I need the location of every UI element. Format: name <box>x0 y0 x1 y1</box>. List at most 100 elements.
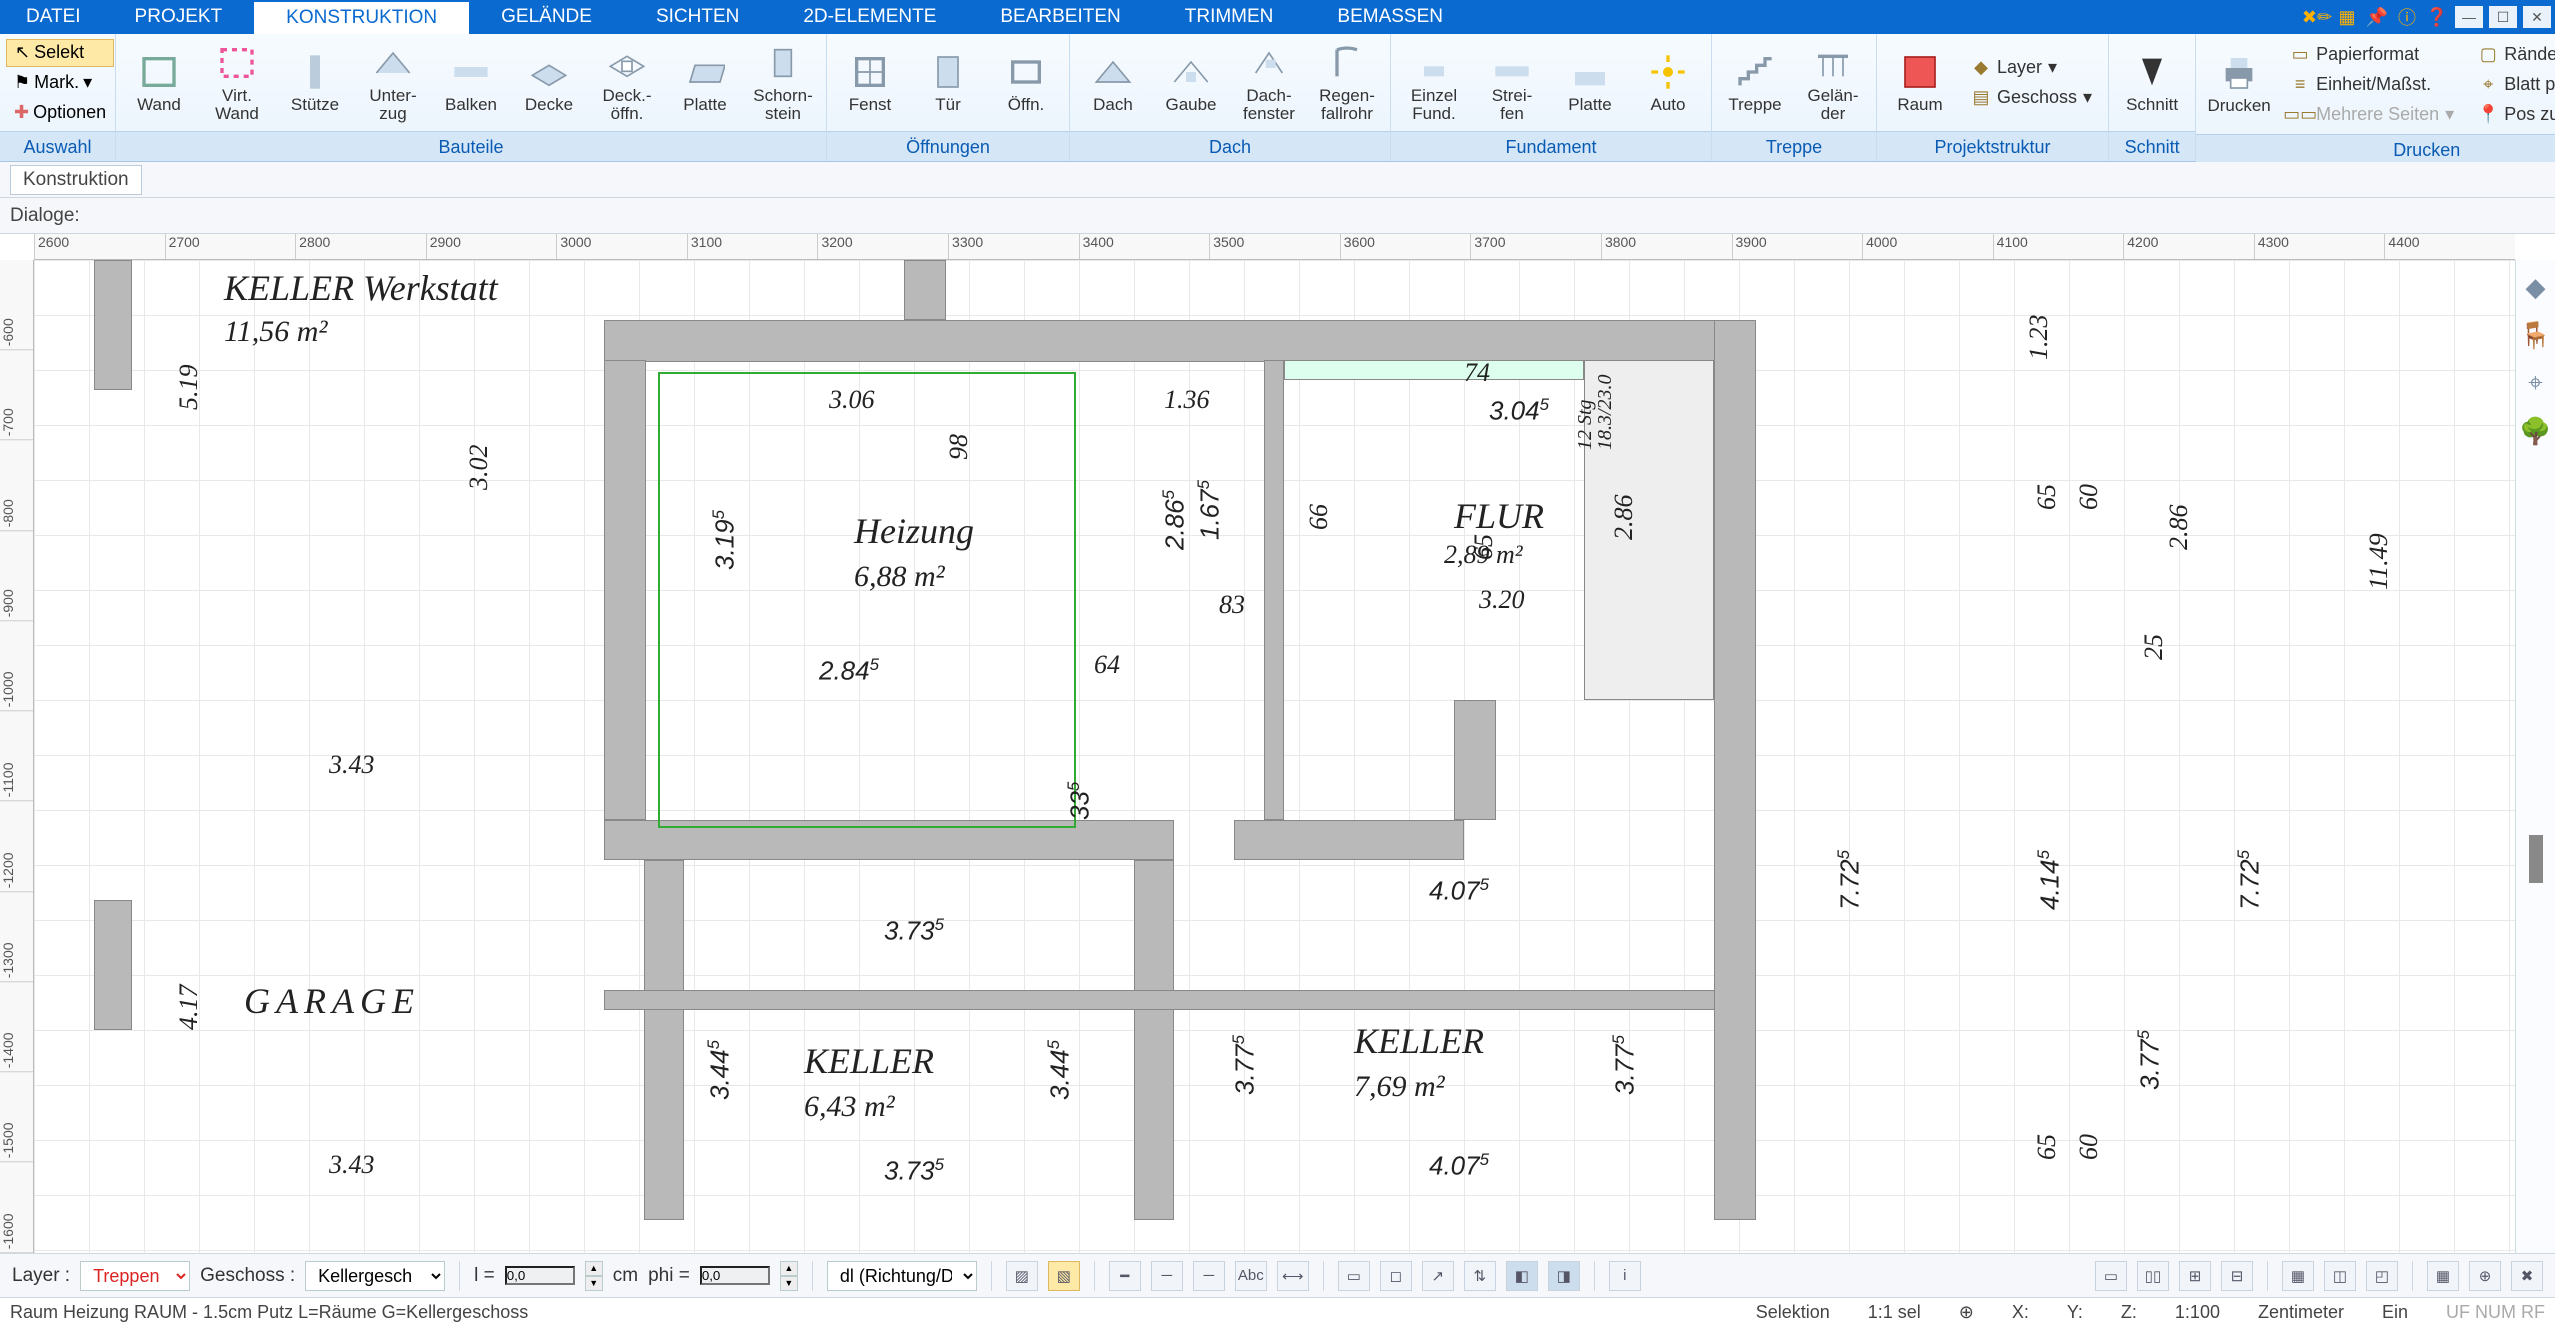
grid-toggle-icon[interactable]: ▦ <box>2427 1261 2459 1291</box>
stuetze-button[interactable]: Stütze <box>278 39 352 127</box>
tab-bearbeiten[interactable]: BEARBEITEN <box>968 0 1152 34</box>
balken-button[interactable]: Balken <box>434 39 508 127</box>
l-up[interactable]: ▲ <box>585 1261 603 1276</box>
tuer-icon <box>928 52 968 92</box>
geschoss-dropdown[interactable]: ▤Geschoss▾ <box>1965 84 2098 112</box>
target-side-icon[interactable]: ⌖ <box>2521 368 2551 398</box>
gaube-button[interactable]: Gaube <box>1154 39 1228 127</box>
dachfenster-button[interactable]: Dach- fenster <box>1232 39 1306 127</box>
hatch1-icon[interactable]: ▨ <box>1006 1261 1038 1291</box>
oeffnung-button[interactable]: Öffn. <box>989 39 1063 127</box>
linew-thin-icon[interactable]: ─ <box>1193 1261 1225 1291</box>
hatch2-icon[interactable]: ▧ <box>1048 1261 1080 1291</box>
poszurueck-button[interactable]: 📍Pos zurücksetz. <box>2472 100 2555 128</box>
konstruktion-tag[interactable]: Konstruktion <box>10 165 142 195</box>
virtwand-button[interactable]: Virt. Wand <box>200 39 274 127</box>
wand-button[interactable]: Wand <box>122 39 196 127</box>
direction-select[interactable]: dl (Richtung/Di <box>827 1261 977 1291</box>
tab-2d-elemente[interactable]: 2D-ELEMENTE <box>771 0 968 34</box>
info-btn-icon[interactable]: i <box>1609 1261 1641 1291</box>
tab-sichten[interactable]: SICHTEN <box>624 0 771 34</box>
view-5-icon[interactable]: ▦ <box>2282 1261 2314 1291</box>
box-icon[interactable]: ▦ <box>2335 5 2359 29</box>
tool-c-icon[interactable]: ◧ <box>1506 1261 1538 1291</box>
tool-b-icon[interactable]: ⇅ <box>1464 1261 1496 1291</box>
geschoss-select[interactable]: Kellergesch <box>305 1261 445 1291</box>
blattpos-button[interactable]: ⌖Blatt position. <box>2472 70 2555 98</box>
tool-d-icon[interactable]: ◨ <box>1548 1261 1580 1291</box>
tuer-button[interactable]: Tür <box>911 39 985 127</box>
panel-caption-bauteile: Bauteile <box>116 131 826 161</box>
tab-datei[interactable]: DATEI <box>4 0 103 34</box>
tools-icon[interactable]: ✖✏ <box>2305 5 2329 29</box>
tab-projekt[interactable]: PROJEKT <box>103 0 255 34</box>
tool-a-icon[interactable]: ↗ <box>1422 1261 1454 1291</box>
treppe-button[interactable]: Treppe <box>1718 39 1792 127</box>
layers-side-icon[interactable]: ◆ <box>2521 272 2551 302</box>
schornstein-button[interactable]: Schorn- stein <box>746 39 820 127</box>
schnitt-button[interactable]: Schnitt <box>2115 39 2189 127</box>
dim-icon[interactable]: ⟷ <box>1277 1261 1309 1291</box>
layer-select[interactable]: Treppen <box>80 1261 190 1291</box>
view-1-icon[interactable]: ▭ <box>2095 1261 2127 1291</box>
tab-gelaende[interactable]: GELÄNDE <box>469 0 624 34</box>
linew-thick-icon[interactable]: ━ <box>1109 1261 1141 1291</box>
maximize-icon[interactable]: ☐ <box>2489 6 2517 28</box>
tab-trimmen[interactable]: TRIMMEN <box>1153 0 1306 34</box>
help-icon[interactable]: ❓ <box>2425 5 2449 29</box>
l-input[interactable] <box>505 1266 575 1285</box>
chair-side-icon[interactable]: 🪑 <box>2521 320 2551 350</box>
tree-side-icon[interactable]: 🌳 <box>2521 416 2551 446</box>
geschoss-icon: ▤ <box>1971 88 1991 108</box>
phi-down[interactable]: ▼ <box>780 1276 798 1291</box>
minimize-icon[interactable]: — <box>2455 6 2483 28</box>
panel-caption-projektstruktur: Projektstruktur <box>1877 131 2108 161</box>
gelaender-icon <box>1813 43 1853 83</box>
platte-button[interactable]: Platte <box>668 39 742 127</box>
dach-button[interactable]: Dach <box>1076 39 1150 127</box>
dim-3.445b: 3.445 <box>1044 1040 1076 1100</box>
drawing-canvas[interactable]: KELLER Werkstatt 11,56 m² Heizung 6,88 m… <box>34 260 2515 1253</box>
selekt-button[interactable]: ↖Selekt <box>6 39 114 67</box>
close-icon[interactable]: ✕ <box>2523 6 2551 28</box>
select-box-icon[interactable]: ◻ <box>1380 1261 1412 1291</box>
view-3-icon[interactable]: ⊞ <box>2179 1261 2211 1291</box>
snap-icon[interactable]: ⊕ <box>2469 1261 2501 1291</box>
tab-bemassen[interactable]: BEMASSEN <box>1305 0 1475 34</box>
view-7-icon[interactable]: ◰ <box>2366 1261 2398 1291</box>
optionen-button[interactable]: ✚Optionen <box>6 99 114 127</box>
close-tool-icon[interactable]: ✖ <box>2511 1261 2543 1291</box>
phi-up[interactable]: ▲ <box>780 1261 798 1276</box>
raender-button[interactable]: ▢Ränder einblend. <box>2472 40 2555 68</box>
view-2-icon[interactable]: ▯▯ <box>2137 1261 2169 1291</box>
unterzug-button[interactable]: Unter- zug <box>356 39 430 127</box>
fenster-button[interactable]: Fenst <box>833 39 907 127</box>
fundplatte-button[interactable]: Platte <box>1553 39 1627 127</box>
panel-caption-treppe: Treppe <box>1712 131 1876 161</box>
view-6-icon[interactable]: ◫ <box>2324 1261 2356 1291</box>
l-down[interactable]: ▼ <box>585 1276 603 1291</box>
select-rect-icon[interactable]: ▭ <box>1338 1261 1370 1291</box>
panel-handle[interactable] <box>2529 835 2543 883</box>
view-4-icon[interactable]: ⊟ <box>2221 1261 2253 1291</box>
deckoeffn-button[interactable]: Deck.- öffn. <box>590 39 664 127</box>
papierformat-button[interactable]: ▭Papierformat <box>2284 40 2460 68</box>
decke-button[interactable]: Decke <box>512 39 586 127</box>
einheit-button[interactable]: ≡Einheit/Maßst. <box>2284 70 2460 98</box>
mehrere-seiten-button: ▭▭Mehrere Seiten▾ <box>2284 100 2460 128</box>
info-icon[interactable]: ⓘ <box>2395 5 2419 29</box>
phi-input[interactable] <box>700 1266 770 1285</box>
fundauto-button[interactable]: Auto <box>1631 39 1705 127</box>
mark-button[interactable]: ⚑Mark.▾ <box>6 69 114 97</box>
regenfallrohr-button[interactable]: Regen- fallrohr <box>1310 39 1384 127</box>
streifen-button[interactable]: Strei- fen <box>1475 39 1549 127</box>
tab-konstruktion[interactable]: KONSTRUKTION <box>254 0 469 34</box>
raum-button[interactable]: Raum <box>1883 39 1957 127</box>
text-icon[interactable]: Abc <box>1235 1261 1267 1291</box>
linew-med-icon[interactable]: ─ <box>1151 1261 1183 1291</box>
gelaender-button[interactable]: Gelän- der <box>1796 39 1870 127</box>
layer-dropdown[interactable]: ◆Layer▾ <box>1965 54 2098 82</box>
drucken-button[interactable]: Drucken <box>2202 40 2276 128</box>
einzelfund-button[interactable]: Einzel Fund. <box>1397 39 1471 127</box>
pin-icon[interactable]: 📌 <box>2365 5 2389 29</box>
